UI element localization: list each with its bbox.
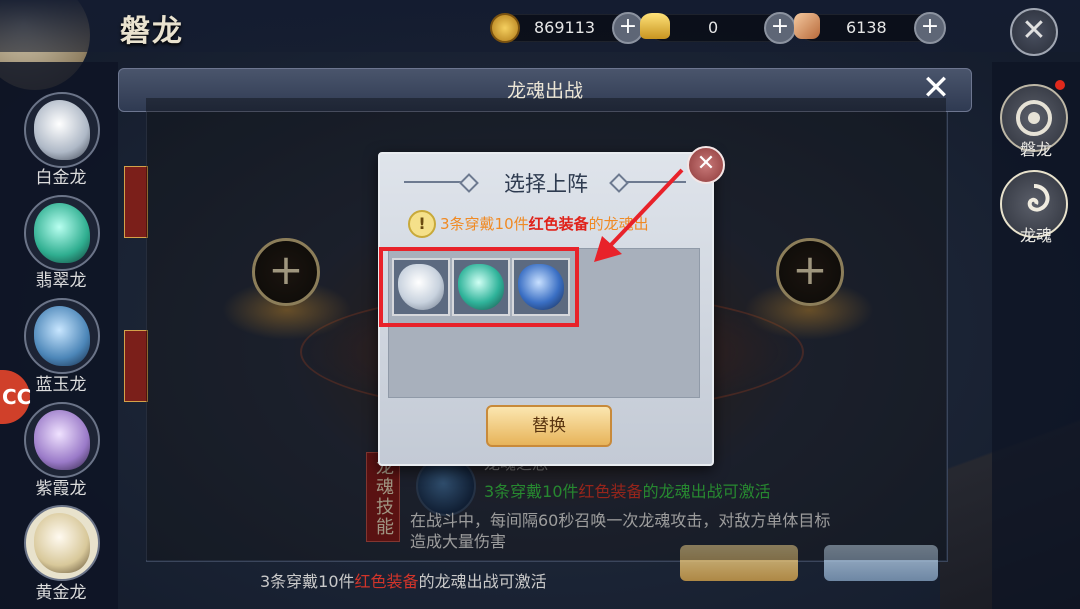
replace-button[interactable]: 替换 [486, 405, 612, 447]
bottom-note-red: 红色装备 [354, 572, 419, 591]
nav-label: 龙魂 [1019, 226, 1052, 245]
side-card [124, 330, 148, 402]
sidebar-item-label: 翡翠龙 [35, 271, 87, 291]
sidebar-item-label: 白金龙 [35, 168, 87, 188]
copper-value: 869113 [534, 18, 596, 37]
warning-text-pre: 3条穿戴10件 [440, 215, 529, 233]
sidebar-item-violet-dragon[interactable] [24, 402, 100, 478]
gem-value: 6138 [846, 18, 887, 37]
sidebar-item-jade-dragon[interactable] [24, 195, 100, 271]
page-title: 磐龙 [120, 14, 184, 49]
add-gem-button[interactable]: + [914, 12, 946, 44]
side-card [124, 166, 148, 238]
gold-ingot-icon [640, 13, 670, 39]
sidebar-item-platinum-dragon[interactable] [24, 92, 100, 168]
close-page-button[interactable]: ✕ [1010, 8, 1058, 56]
gem-icon [794, 13, 820, 39]
notification-dot [1055, 80, 1065, 90]
platinum-dragon-icon [34, 100, 90, 160]
sapphire-dragon-icon [34, 306, 90, 366]
bottom-note-pre: 3条穿戴10件 [260, 572, 355, 591]
violet-dragon-icon [34, 410, 90, 470]
highlight-box [379, 247, 579, 327]
bottom-note-post: 的龙魂出战可激活 [418, 572, 547, 591]
sidebar-item-label: 紫霞龙 [35, 479, 87, 499]
copper-coin-icon [490, 13, 520, 43]
nav-label: 磐龙 [1019, 140, 1052, 159]
sidebar-item-golden-dragon[interactable] [24, 505, 100, 581]
jade-dragon-icon [34, 203, 90, 263]
sidebar-item-label: 黄金龙 [35, 583, 87, 603]
warning-icon: ! [408, 210, 436, 238]
sidebar-item-sapphire-dragon[interactable] [24, 298, 100, 374]
bottom-note: 3条穿戴10件红色装备的龙魂出战可激活 [260, 568, 547, 592]
add-gold-button[interactable]: + [764, 12, 796, 44]
gold-value: 0 [708, 18, 719, 37]
annotation-arrow [594, 168, 684, 262]
golden-dragon-icon [34, 513, 90, 573]
